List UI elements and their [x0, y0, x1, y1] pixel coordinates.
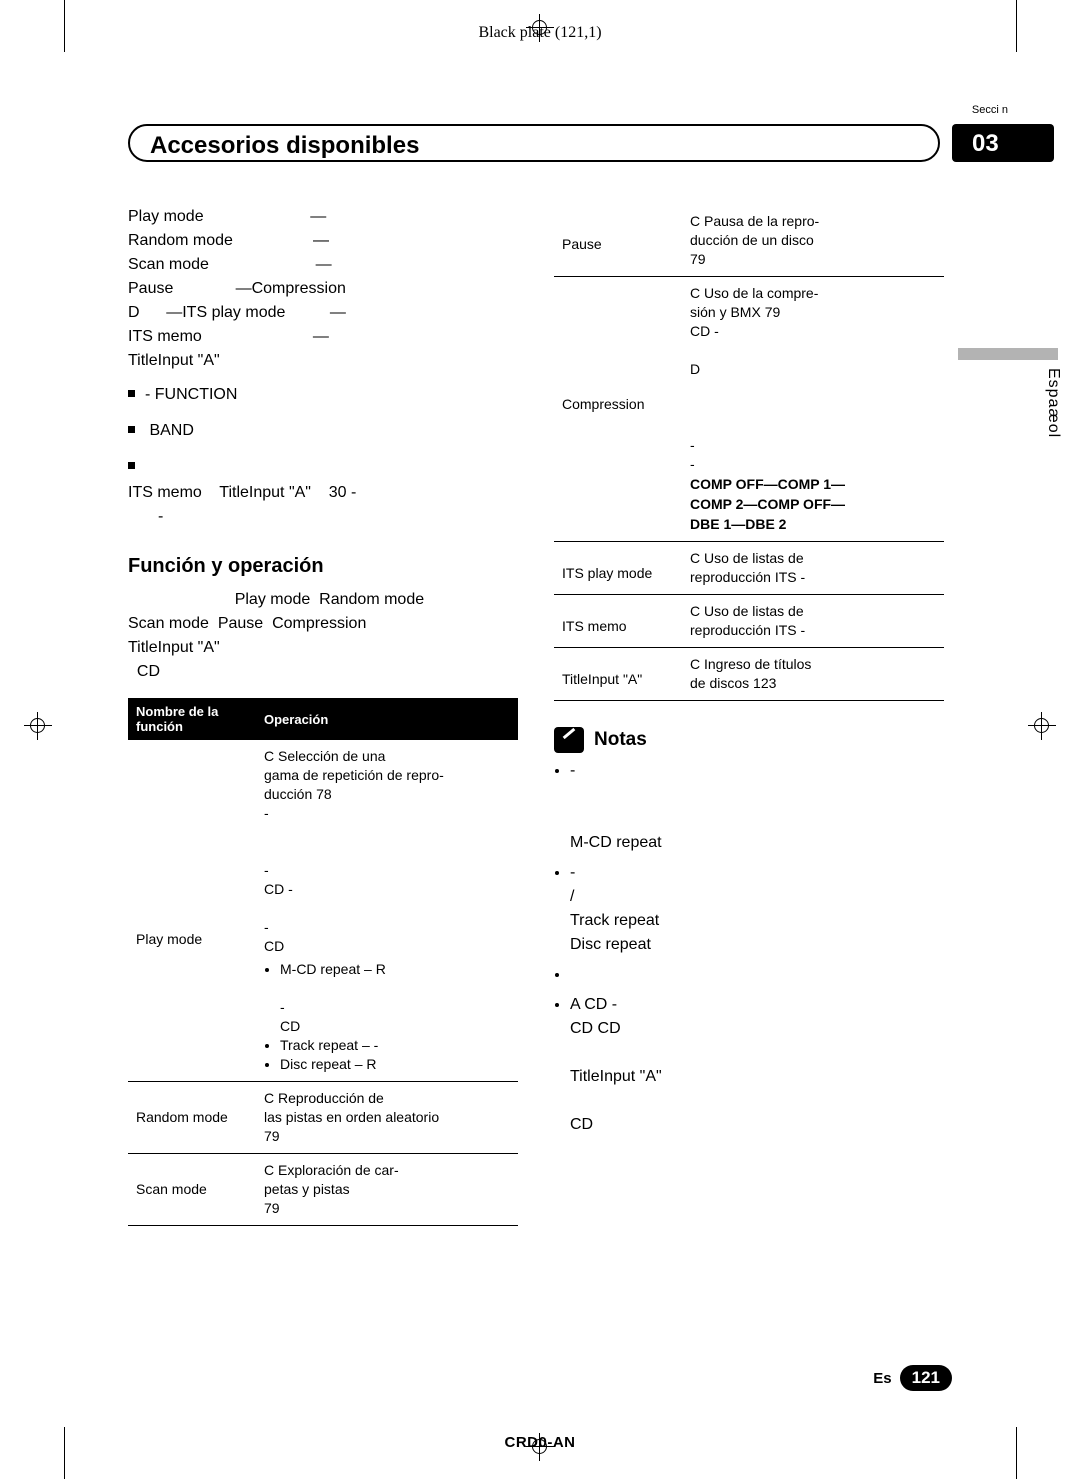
- notas-label: Notas: [594, 729, 647, 750]
- cell-operation-pause: C Pausa de la repro- ducción de un disco…: [682, 205, 944, 277]
- page-title-bar: Accesorios disponibles: [128, 124, 940, 162]
- table-row: Random mode C Reproducción de las pistas…: [128, 1081, 518, 1154]
- left-column: Play mode — Random mode — Scan mode — Pa…: [128, 205, 518, 1226]
- cell-name-pause: Pause: [554, 205, 682, 277]
- cell-operation-play-mode: C Selección de una gama de repetición de…: [256, 740, 518, 1082]
- list-item: - M-CD repeat: [570, 759, 944, 855]
- registration-mark-left: [24, 712, 52, 740]
- right-column: Pause C Pausa de la repro- ducción de un…: [554, 205, 944, 1143]
- operation-text: C Uso de la compre- sión y BMX 79 CD - D…: [690, 285, 819, 472]
- list-item: [128, 455, 518, 479]
- cell-name-title-input: TitleInput "A": [554, 647, 682, 701]
- black-plate-label: Black plate (121,1): [478, 24, 602, 41]
- comp-sequence-line-1: COMP 2—COMP OFF—: [690, 496, 846, 512]
- intro-line-5: ITS memo —: [128, 328, 329, 345]
- body-line-2: TitleInput "A": [128, 639, 220, 656]
- list-item: Disc repeat – R: [280, 1055, 510, 1074]
- cell-name-its-memo: ITS memo: [554, 594, 682, 648]
- square-bullet-icon: [128, 390, 135, 397]
- table-row: TitleInput "A" C Ingreso de títulos de d…: [554, 647, 944, 701]
- chapter-badge: 03: [952, 124, 1054, 162]
- column-header-nombre: Nombre de la función: [128, 698, 256, 740]
- page-title: Accesorios disponibles: [150, 132, 420, 159]
- list-item: - / Track repeat Disc repeat: [570, 861, 944, 957]
- page-language-marker: Es: [873, 1369, 892, 1387]
- cell-operation-scan-mode: C Exploración de car- petas y pistas 79: [256, 1153, 518, 1226]
- body-line-0: Play mode Random mode: [128, 591, 425, 608]
- cell-operation-its-play-mode: C Uso de listas de reproducción ITS -: [682, 541, 944, 595]
- notas-header: Notas: [554, 727, 944, 753]
- list-item: - FUNCTION: [128, 383, 518, 407]
- cell-operation-title-input: C Ingreso de títulos de discos 123: [682, 647, 944, 701]
- function-table-right: Pause C Pausa de la repro- ducción de un…: [554, 205, 944, 701]
- table-header-row: Nombre de la función Operación: [128, 698, 518, 740]
- list-item: M-CD repeat – R: [280, 960, 510, 979]
- table-row: Play mode C Selección de una gama de rep…: [128, 740, 518, 1082]
- page-number: 121: [899, 1365, 952, 1391]
- list-item: Track repeat – -: [280, 1036, 510, 1055]
- after-bullet-line-1: -: [158, 508, 164, 525]
- seccion-label: Secci n: [971, 104, 1008, 116]
- table-row: Compression C Uso de la compre- sión y B…: [554, 276, 944, 542]
- sub-bullet-list: M-CD repeat – R - CD Track repeat – - Di…: [264, 960, 510, 1074]
- intro-line-1: Random mode —: [128, 232, 329, 249]
- table-row: Scan mode C Exploración de car- petas y …: [128, 1153, 518, 1226]
- cell-name-its-play-mode: ITS play mode: [554, 541, 682, 595]
- table-row: ITS memo C Uso de listas de reproducción…: [554, 594, 944, 648]
- section-heading-funcion-operacion: Función y operación: [128, 555, 324, 577]
- cell-operation-its-memo: C Uso de listas de reproducción ITS -: [682, 594, 944, 648]
- registration-mark-right: [1028, 712, 1056, 740]
- side-tab-bar: [958, 348, 1058, 360]
- intro-line-0: Play mode —: [128, 208, 327, 225]
- comp-sequence-line-2: DBE 1—DBE 2: [690, 516, 787, 532]
- chapter-number: 03: [972, 130, 999, 157]
- function-table-left: Nombre de la función Operación Play mode…: [128, 698, 518, 1226]
- cell-name-scan-mode: Scan mode: [128, 1153, 256, 1226]
- column-header-operacion: Operación: [256, 698, 518, 740]
- comp-sequence-line-0: COMP OFF—COMP 1—: [690, 476, 846, 492]
- after-bullet-line-0: ITS memo TitleInput "A" 30 -: [128, 484, 357, 501]
- cell-operation-compression: C Uso de la compre- sión y BMX 79 CD - D…: [682, 276, 944, 542]
- table-row: Pause C Pausa de la repro- ducción de un…: [554, 205, 944, 277]
- page-number-group: Es 121: [873, 1365, 952, 1391]
- square-bullet-icon: [128, 462, 135, 469]
- intro-line-3: Pause —Compression: [128, 280, 346, 297]
- cell-operation-random-mode: C Reproducción de las pistas en orden al…: [256, 1081, 518, 1154]
- footer-document-code: CRD0-AN: [504, 1434, 576, 1451]
- list-item: - CD: [280, 999, 301, 1034]
- intro-line-4: D —ITS play mode —: [128, 304, 346, 321]
- list-item: BAND: [128, 419, 518, 443]
- intro-line-2: Scan mode —: [128, 256, 332, 273]
- bullet-text-1: BAND: [145, 422, 194, 439]
- list-item: A CD - CD CD TitleInput "A" CD: [570, 993, 944, 1137]
- body-line-1: Scan mode Pause Compression: [128, 615, 367, 632]
- intro-line-6: TitleInput "A": [128, 352, 220, 369]
- cell-name-random-mode: Random mode: [128, 1081, 256, 1154]
- cell-name-play-mode: Play mode: [136, 931, 203, 947]
- bullet-text-0: - FUNCTION: [145, 386, 238, 403]
- pencil-icon: [554, 727, 584, 753]
- body-line-3: CD: [128, 663, 160, 680]
- notas-list: - M-CD repeat - / Track repeat Disc repe…: [554, 759, 944, 1137]
- table-row: ITS play mode C Uso de listas de reprodu…: [554, 541, 944, 595]
- operation-text: C Selección de una gama de repetición de…: [264, 748, 444, 954]
- cell-name-compression: Compression: [554, 276, 682, 542]
- side-language-label: Espaæol: [1045, 368, 1062, 439]
- square-bullet-icon: [128, 426, 135, 433]
- list-item: [570, 963, 944, 987]
